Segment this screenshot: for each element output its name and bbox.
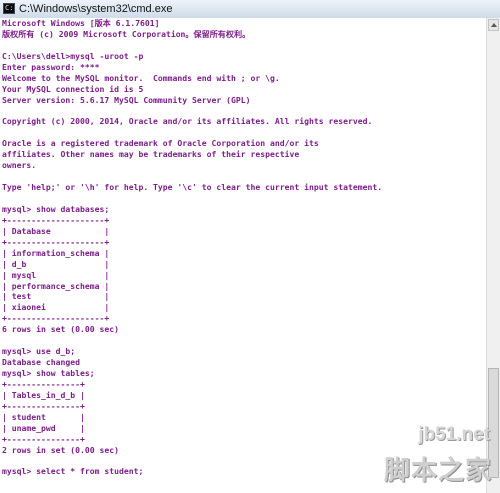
console-line: +--------------------+ (2, 214, 110, 225)
cmd-icon: C: (3, 3, 15, 14)
console-line: Type 'help;' or '\h' for help. Type '\c'… (2, 182, 383, 193)
console-line: +--------------------+ (2, 236, 110, 247)
console-line: +---------------+ (2, 433, 85, 444)
console-line: | uname_pwd | (2, 422, 85, 433)
console-line: mysql> show tables; (2, 368, 95, 378)
console-line: C:\Users\dell>mysql -uroot -p (2, 50, 144, 61)
console-line: | student | (2, 411, 85, 422)
console-line: | test | (2, 291, 110, 302)
console-line: +--------------------+ (2, 313, 110, 324)
scroll-up-arrow-icon[interactable] (488, 19, 499, 31)
cmd-window: C: C:\Windows\system32\cmd.exe Microsoft… (0, 0, 500, 493)
console-line: Enter password: **** (2, 61, 100, 72)
console-line: +---------------+ (2, 400, 85, 411)
console-line: | Database | (2, 225, 110, 236)
console-line: mysql> use d_b; (2, 346, 76, 357)
vertical-scrollbar[interactable] (486, 18, 500, 493)
console-line: | xiaonei | (2, 302, 110, 313)
window-title: C:\Windows\system32\cmd.exe (19, 3, 173, 15)
console-line: Server version: 5.6.17 MySQL Community S… (2, 94, 251, 105)
console-line: Microsoft Windows [版本 6.1.7601] (2, 18, 160, 28)
console-line: Welcome to the MySQL monitor. Commands e… (2, 72, 280, 83)
console-line: | performance_schema | (2, 280, 110, 291)
console-line: +---------------+ (2, 378, 85, 389)
console-line: Database changed (2, 357, 80, 368)
console-line: 版权所有 (c) 2009 Microsoft Corporation。保留所有… (2, 28, 251, 39)
console-line: Your MySQL connection id is 5 (2, 83, 144, 94)
watermark-name: 脚本之家 (383, 456, 492, 486)
title-bar[interactable]: C: C:\Windows\system32\cmd.exe (0, 0, 500, 19)
console-output[interactable]: Microsoft Windows [版本 6.1.7601] 版权所有 (c) … (0, 18, 486, 493)
console-line: Copyright (c) 2000, 2014, Oracle and/or … (2, 116, 373, 127)
console-line: owners. (2, 160, 37, 171)
console-line: mysql> show databases; (2, 203, 110, 214)
watermark: jb51.net 脚本之家 (384, 424, 496, 490)
console-line: | Tables_in_d_b | (2, 389, 85, 400)
console-line: mysql> select * from student; (2, 466, 144, 477)
console-lines: Microsoft Windows [版本 6.1.7601] 版权所有 (c) … (2, 18, 382, 477)
console-line: 6 rows in set (0.00 sec) (2, 324, 119, 335)
watermark-url: jb51.net (418, 424, 490, 445)
console-line: Oracle is a registered trademark of Orac… (2, 138, 319, 149)
console-line: | information_schema | (2, 247, 110, 258)
console-line: 2 rows in set (0.00 sec) (2, 444, 119, 455)
console-line: | d_b | (2, 258, 110, 269)
console-line: | mysql | (2, 269, 110, 280)
console-line: affiliates. Other names may be trademark… (2, 149, 300, 160)
